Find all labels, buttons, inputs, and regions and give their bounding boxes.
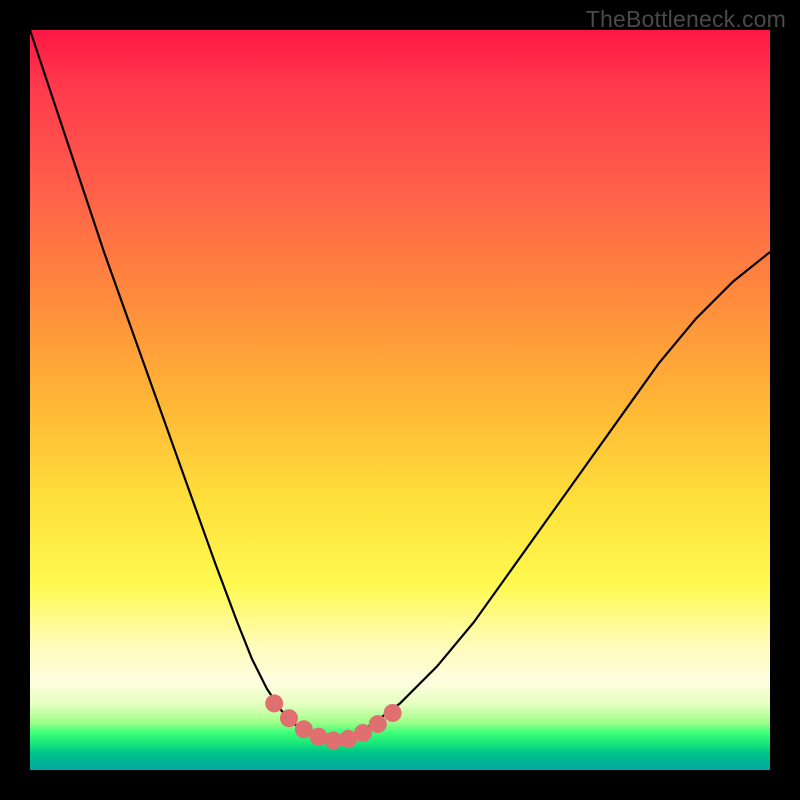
chart-svg [30,30,770,770]
optimal-marker [384,704,402,722]
curve-path [30,30,770,740]
chart-frame: TheBottleneck.com [0,0,800,800]
optimal-marker [369,715,387,733]
optimal-range-markers [265,694,401,749]
optimal-marker [280,709,298,727]
optimal-marker [265,694,283,712]
bottleneck-curve [30,30,770,740]
plot-area [30,30,770,770]
watermark-text: TheBottleneck.com [586,6,786,33]
